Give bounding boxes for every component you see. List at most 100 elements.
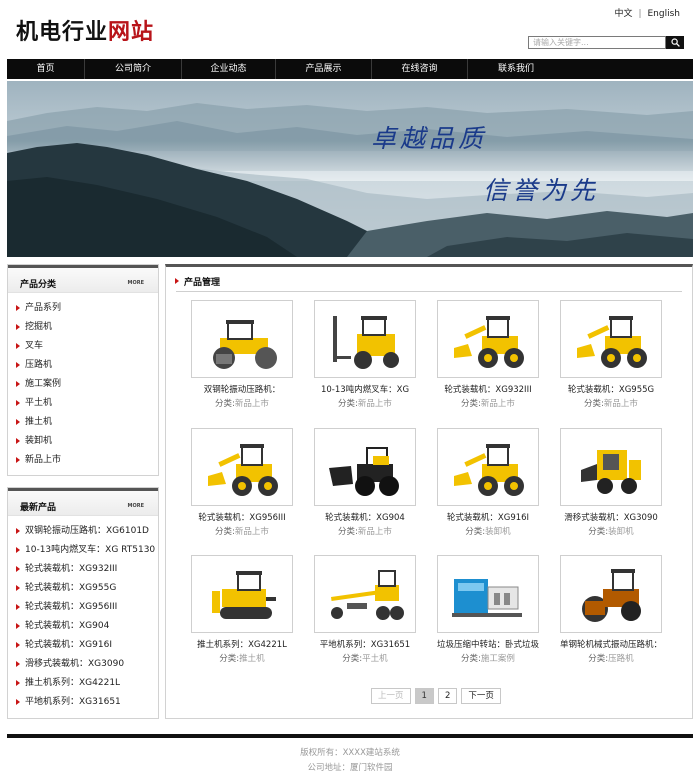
latest-more-link[interactable]: MORE xyxy=(128,503,145,509)
category-item[interactable]: 产品系列 xyxy=(15,299,158,318)
product-image[interactable] xyxy=(560,555,662,633)
nav-item-products[interactable]: 产品展示 xyxy=(276,59,372,79)
latest-item[interactable]: 推土机系列：XG4221L xyxy=(15,674,158,693)
next-page-button[interactable]: 下一页 xyxy=(461,688,501,704)
category-more-link[interactable]: MORE xyxy=(128,280,145,286)
category-link[interactable]: 平土机 xyxy=(362,654,388,664)
product-card[interactable]: 推土机系列：XG4221L 分类:推土机 xyxy=(182,555,302,665)
product-name[interactable]: 双钢轮振动压路机： xyxy=(182,384,302,396)
category-prefix: 分类: xyxy=(584,399,604,409)
product-card[interactable]: 双钢轮振动压路机： 分类:新品上市 xyxy=(182,300,302,410)
nav-item-consult[interactable]: 在线咨询 xyxy=(372,59,468,79)
nav-item-home[interactable]: 首页 xyxy=(7,59,85,79)
category-item[interactable]: 新品上市 xyxy=(15,451,158,470)
category-link[interactable]: 施工案例 xyxy=(481,654,515,664)
bullet-icon xyxy=(16,680,20,686)
latest-item[interactable]: 轮式装载机：XG932III xyxy=(15,560,158,579)
product-card[interactable]: 平地机系列：XG31651 分类:平土机 xyxy=(305,555,425,665)
search-input[interactable]: 请输入关键字... xyxy=(528,36,666,49)
nav-item-about[interactable]: 公司简介 xyxy=(85,59,182,79)
category-link[interactable]: 压路机 xyxy=(608,654,634,664)
latest-item[interactable]: 轮式装载机：XG916I xyxy=(15,636,158,655)
category-link[interactable]: 新品上市 xyxy=(604,399,638,409)
latest-item[interactable]: 轮式装载机：XG904 xyxy=(15,617,158,636)
category-prefix: 分类: xyxy=(219,654,240,664)
category-panel-header: 产品分类 MORE xyxy=(8,265,158,293)
category-item[interactable]: 叉车 xyxy=(15,337,158,356)
category-link[interactable]: 推土机 xyxy=(239,654,265,664)
product-image[interactable] xyxy=(560,300,662,378)
product-name[interactable]: 轮式装载机：XG904 xyxy=(305,512,425,524)
product-name[interactable]: 轮式装载机：XG956III xyxy=(182,512,302,524)
product-category: 分类:新品上市 xyxy=(551,398,671,410)
product-name[interactable]: 垃圾压缩中转站：卧式垃圾 xyxy=(428,639,548,651)
product-category: 分类:新品上市 xyxy=(305,526,425,538)
product-name[interactable]: 轮式装载机：XG932III xyxy=(428,384,548,396)
latest-item[interactable]: 10-13吨内燃叉车：XG RT5130 xyxy=(15,541,158,560)
category-link[interactable]: 新品上市 xyxy=(481,399,515,409)
title-divider xyxy=(176,291,682,292)
product-category: 分类:推土机 xyxy=(182,653,302,665)
product-card[interactable]: 垃圾压缩中转站：卧式垃圾 分类:施工案例 xyxy=(428,555,548,665)
category-item[interactable]: 施工案例 xyxy=(15,375,158,394)
product-category: 分类:平土机 xyxy=(305,653,425,665)
product-name[interactable]: 滑移式装载机：XG3090 xyxy=(551,512,671,524)
category-prefix: 分类: xyxy=(342,654,363,664)
product-card[interactable]: 轮式装载机：XG904 分类:新品上市 xyxy=(305,428,425,538)
page-1-button[interactable]: 1 xyxy=(414,688,434,704)
product-card[interactable]: 轮式装载机：XG932III 分类:新品上市 xyxy=(428,300,548,410)
product-card[interactable]: 10-13吨内燃叉车：XG 分类:新品上市 xyxy=(305,300,425,410)
category-link[interactable]: 新品上市 xyxy=(358,399,392,409)
product-card[interactable]: 轮式装载机：XG955G 分类:新品上市 xyxy=(551,300,671,410)
category-link[interactable]: 新品上市 xyxy=(235,527,269,537)
product-image[interactable] xyxy=(191,555,293,633)
category-item[interactable]: 平土机 xyxy=(15,394,158,413)
category-link[interactable]: 新品上市 xyxy=(235,399,269,409)
product-name[interactable]: 单钢轮机械式振动压路机： xyxy=(551,639,671,651)
single-drum-roller-icon xyxy=(582,569,641,622)
latest-item[interactable]: 平地机系列：XG31651 xyxy=(15,693,158,712)
product-image[interactable] xyxy=(437,555,539,633)
prev-page-button[interactable]: 上一页 xyxy=(371,688,411,704)
search-button[interactable] xyxy=(666,36,684,49)
product-card[interactable]: 轮式装载机：XG956III 分类:新品上市 xyxy=(182,428,302,538)
site-title-dark: 机电行业 xyxy=(16,20,109,45)
category-item[interactable]: 挖掘机 xyxy=(15,318,158,337)
category-link[interactable]: 装卸机 xyxy=(485,527,511,537)
category-item[interactable]: 装卸机 xyxy=(15,432,158,451)
product-name[interactable]: 10-13吨内燃叉车：XG xyxy=(305,384,425,396)
product-image[interactable] xyxy=(437,300,539,378)
nav-item-contact[interactable]: 联系我们 xyxy=(468,59,564,79)
product-image[interactable] xyxy=(314,555,416,633)
lang-chinese-link[interactable]: 中文 xyxy=(614,9,632,19)
product-category: 分类:新品上市 xyxy=(182,526,302,538)
product-image[interactable] xyxy=(314,300,416,378)
product-card[interactable]: 滑移式装载机：XG3090 分类:装卸机 xyxy=(551,428,671,538)
product-image[interactable] xyxy=(560,428,662,506)
product-name[interactable]: 轮式装载机：XG955G xyxy=(551,384,671,396)
product-image[interactable] xyxy=(191,428,293,506)
banner-slogan-2: 信誉为先 xyxy=(483,176,600,205)
category-item[interactable]: 压路机 xyxy=(15,356,158,375)
product-name[interactable]: 平地机系列：XG31651 xyxy=(305,639,425,651)
latest-item[interactable]: 双钢轮振动压路机：XG6101D xyxy=(15,522,158,541)
product-card[interactable]: 轮式装载机：XG916I 分类:装卸机 xyxy=(428,428,548,538)
product-name[interactable]: 推土机系列：XG4221L xyxy=(182,639,302,651)
latest-item[interactable]: 轮式装载机：XG955G xyxy=(15,579,158,598)
product-image[interactable] xyxy=(314,428,416,506)
product-name[interactable]: 轮式装载机：XG916I xyxy=(428,512,548,524)
category-item[interactable]: 推土机 xyxy=(15,413,158,432)
category-link[interactable]: 新品上市 xyxy=(358,527,392,537)
latest-item[interactable]: 滑移式装载机：XG3090 xyxy=(15,655,158,674)
page-2-button[interactable]: 2 xyxy=(437,688,458,704)
category-prefix: 分类: xyxy=(461,399,481,409)
category-link[interactable]: 装卸机 xyxy=(608,527,634,537)
product-image[interactable] xyxy=(191,300,293,378)
latest-item[interactable]: 轮式装载机：XG956III xyxy=(15,598,158,617)
lang-english-link[interactable]: English xyxy=(648,9,681,19)
product-card[interactable]: 单钢轮机械式振动压路机： 分类:压路机 xyxy=(551,555,671,665)
product-panel: 产品管理 双钢轮振动压路机： 分类:新品上市 10-13吨内燃叉车：XG 分类:新品上… xyxy=(165,264,693,719)
nav-item-news[interactable]: 企业动态 xyxy=(182,59,276,79)
product-category: 分类:新品上市 xyxy=(182,398,302,410)
product-image[interactable] xyxy=(437,428,539,506)
